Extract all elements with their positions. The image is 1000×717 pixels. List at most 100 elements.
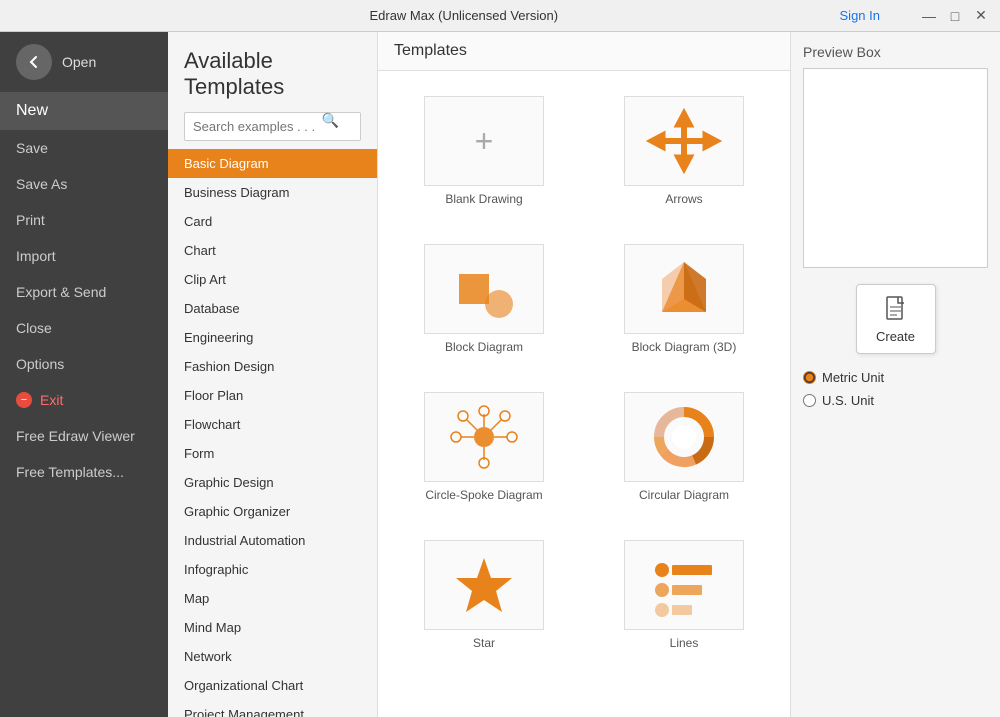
sidebar-item-label: Export & Send [16,284,106,300]
category-item-database[interactable]: Database [168,294,377,323]
category-item-form[interactable]: Form [168,439,377,468]
template-label: Star [473,636,495,650]
us-unit-radio[interactable] [803,394,816,407]
lines-icon [644,550,724,620]
sidebar-item-label: Free Templates... [16,464,124,480]
sidebar-item-save-as[interactable]: Save As [0,166,168,202]
template-thumb [624,540,744,630]
block-diagram-icon [444,254,524,324]
back-button[interactable] [16,44,52,80]
sidebar-item-label: Free Edraw Viewer [16,428,135,444]
circle-spoke-icon [444,402,524,472]
template-thumb [424,540,544,630]
category-item-organizational-chart[interactable]: Organizational Chart [168,671,377,700]
category-item-business-diagram[interactable]: Business Diagram [168,178,377,207]
category-item-industrial-automation[interactable]: Industrial Automation [168,526,377,555]
exit-icon: − [16,392,32,408]
category-item-floor-plan[interactable]: Floor Plan [168,381,377,410]
sidebar-item-free-viewer[interactable]: Free Edraw Viewer [0,418,168,454]
category-item-basic-diagram[interactable]: Basic Diagram [168,149,377,178]
category-list: Basic DiagramBusiness DiagramCardChartCl… [168,149,377,717]
category-item-chart[interactable]: Chart [168,236,377,265]
category-item-map[interactable]: Map [168,584,377,613]
search-input[interactable] [184,112,361,141]
template-card-block-diagram-3d[interactable]: Block Diagram (3D) [594,235,774,363]
template-label: Circle-Spoke Diagram [425,488,542,502]
metric-unit-label: Metric Unit [822,370,884,385]
sidebar: Open New Save Save As Print Import Expor… [0,32,168,717]
category-item-flowchart[interactable]: Flowchart [168,410,377,439]
templates-scroll[interactable]: + Blank Drawing [378,71,790,717]
template-card-block-diagram[interactable]: Block Diagram [394,235,574,363]
sidebar-nav: New Save Save As Print Import Export & S… [0,92,168,490]
titlebar: Edraw Max (Unlicensed Version) Sign In —… [0,0,1000,32]
category-item-engineering[interactable]: Engineering [168,323,377,352]
metric-unit-option[interactable]: Metric Unit [803,370,988,385]
minimize-button[interactable]: — [918,5,940,27]
template-card-blank-drawing[interactable]: + Blank Drawing [394,87,574,215]
titlebar-title: Edraw Max (Unlicensed Version) [88,8,840,23]
template-card-circle-spoke[interactable]: Circle-Spoke Diagram [394,383,574,511]
sidebar-item-save[interactable]: Save [0,130,168,166]
template-thumb [424,244,544,334]
sidebar-item-label: Close [16,320,52,336]
signin-link[interactable]: Sign In [840,8,880,23]
category-item-mind-map[interactable]: Mind Map [168,613,377,642]
preview-box [803,68,988,268]
category-item-infographic[interactable]: Infographic [168,555,377,584]
category-item-project-management[interactable]: Project Management [168,700,377,717]
us-unit-option[interactable]: U.S. Unit [803,393,988,408]
document-icon [884,295,908,323]
maximize-button[interactable]: □ [944,5,966,27]
template-card-arrows[interactable]: Arrows [594,87,774,215]
template-label: Circular Diagram [639,488,729,502]
create-label: Create [876,329,915,344]
sidebar-item-label: Save As [16,176,67,192]
create-button[interactable]: Create [856,284,936,354]
sidebar-item-close[interactable]: Close [0,310,168,346]
available-templates-header: Available Templates [168,32,377,108]
sidebar-item-import[interactable]: Import [0,238,168,274]
category-item-fashion-design[interactable]: Fashion Design [168,352,377,381]
sidebar-item-free-templates[interactable]: Free Templates... [0,454,168,490]
template-card-lines[interactable]: Lines [594,531,774,659]
search-bar: 🔍 [168,108,377,149]
category-item-graphic-design[interactable]: Graphic Design [168,468,377,497]
preview-panel: Preview Box Create Metric Unit [790,32,1000,717]
template-thumb: + [424,96,544,186]
template-label: Lines [670,636,699,650]
close-button[interactable]: ✕ [970,5,992,27]
sidebar-item-label: Save [16,140,48,156]
category-item-clip-art[interactable]: Clip Art [168,265,377,294]
sidebar-item-label: Print [16,212,45,228]
category-panel: Available Templates 🔍 Basic DiagramBusin… [168,32,378,717]
open-label: Open [62,54,96,70]
us-unit-label: U.S. Unit [822,393,874,408]
sidebar-item-export-send[interactable]: Export & Send [0,274,168,310]
category-item-network[interactable]: Network [168,642,377,671]
sidebar-item-exit[interactable]: − Exit [0,382,168,418]
sidebar-item-label: New [16,102,48,120]
category-item-card[interactable]: Card [168,207,377,236]
templates-header: Templates [378,32,790,71]
unit-options: Metric Unit U.S. Unit [803,370,988,408]
template-label: Block Diagram (3D) [632,340,737,354]
metric-unit-radio[interactable] [803,371,816,384]
template-label: Arrows [665,192,702,206]
category-item-graphic-organizer[interactable]: Graphic Organizer [168,497,377,526]
sidebar-item-label: Options [16,356,64,372]
preview-label: Preview Box [803,44,988,60]
sidebar-item-print[interactable]: Print [0,202,168,238]
template-thumb [624,96,744,186]
sidebar-item-new[interactable]: New [0,92,168,130]
arrows-icon [644,106,724,176]
template-card-star[interactable]: Star [394,531,574,659]
template-thumb [624,392,744,482]
template-card-circular-diagram[interactable]: Circular Diagram [594,383,774,511]
plus-icon: + [475,123,494,160]
template-thumb [424,392,544,482]
template-label: Block Diagram [445,340,523,354]
block-diagram-3d-icon [644,254,724,324]
sidebar-item-options[interactable]: Options [0,346,168,382]
template-thumb [624,244,744,334]
